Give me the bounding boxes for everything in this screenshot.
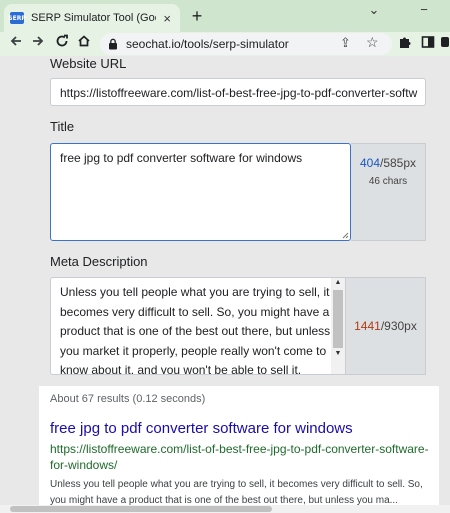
reload-icon[interactable]: [52, 34, 72, 54]
title-px-used: 404: [359, 156, 380, 170]
url-text[interactable]: seochat.io/tools/serp-simulator: [126, 37, 289, 51]
serp-simulator-page: Website URL https://listoffreeware.com/l…: [0, 56, 450, 513]
serp-preview: About 67 results (0.12 seconds) free jpg…: [39, 386, 439, 510]
serp-result-title-link[interactable]: free jpg to pdf converter software for w…: [50, 420, 353, 437]
forward-arrow-icon[interactable]: [28, 34, 48, 54]
scroll-down-icon[interactable]: ▼: [331, 350, 345, 357]
serp-result-url[interactable]: https://listoffreeware.com/list-of-best-…: [50, 441, 435, 473]
home-icon[interactable]: [74, 34, 94, 54]
title-px-max: /585px: [380, 156, 417, 170]
horizontal-scrollbar[interactable]: [0, 505, 450, 513]
horizontal-scroll-thumb[interactable]: [10, 506, 272, 512]
website-url-input[interactable]: https://listoffreeware.com/list-of-best-…: [50, 78, 426, 106]
title-input[interactable]: free jpg to pdf converter software for w…: [50, 143, 351, 241]
extensions-puzzle-icon[interactable]: [398, 35, 412, 52]
tab-title: SERP Simulator Tool (Google Snip: [31, 12, 156, 24]
browser-tab[interactable]: SERP SERP Simulator Tool (Google Snip ×: [4, 4, 180, 32]
lock-icon: [109, 38, 117, 50]
title-width-counter: 404/585px 46 chars: [351, 143, 426, 241]
browser-toolbar: seochat.io/tools/serp-simulator ⇪ ☆: [0, 32, 450, 56]
profile-icon[interactable]: [441, 35, 449, 52]
share-icon[interactable]: ⇪: [340, 35, 351, 51]
serp-favicon-icon: SERP: [8, 12, 26, 24]
website-url-label: Website URL: [50, 56, 127, 71]
results-stats: About 67 results (0.12 seconds): [50, 393, 206, 405]
scroll-up-icon[interactable]: ▲: [331, 279, 345, 286]
meta-px-max: /930px: [380, 319, 417, 333]
title-char-count: 46 chars: [368, 176, 408, 187]
tab-close-icon[interactable]: ×: [160, 11, 174, 26]
resize-handle-icon[interactable]: [342, 232, 349, 239]
tab-search-icon[interactable]: ⌄: [362, 0, 386, 20]
minimize-icon[interactable]: −: [412, 0, 436, 20]
tab-strip: SERP SERP Simulator Tool (Google Snip × …: [0, 0, 450, 32]
meta-width-counter: 1441/930px: [346, 277, 426, 375]
meta-scrollbar[interactable]: ▲ ▼: [331, 278, 345, 374]
meta-description-label: Meta Description: [50, 254, 148, 269]
meta-description-input[interactable]: Unless you tell people what you are tryi…: [50, 277, 346, 375]
title-label: Title: [50, 119, 75, 134]
meta-scroll-thumb[interactable]: [333, 290, 343, 348]
meta-px-used: 1441: [354, 319, 381, 333]
bookmark-star-icon[interactable]: ☆: [366, 34, 379, 51]
address-bar[interactable]: seochat.io/tools/serp-simulator ⇪ ☆: [100, 33, 392, 55]
back-arrow-icon[interactable]: [6, 34, 26, 54]
new-tab-button[interactable]: +: [187, 6, 207, 26]
side-panel-icon[interactable]: [421, 35, 435, 52]
